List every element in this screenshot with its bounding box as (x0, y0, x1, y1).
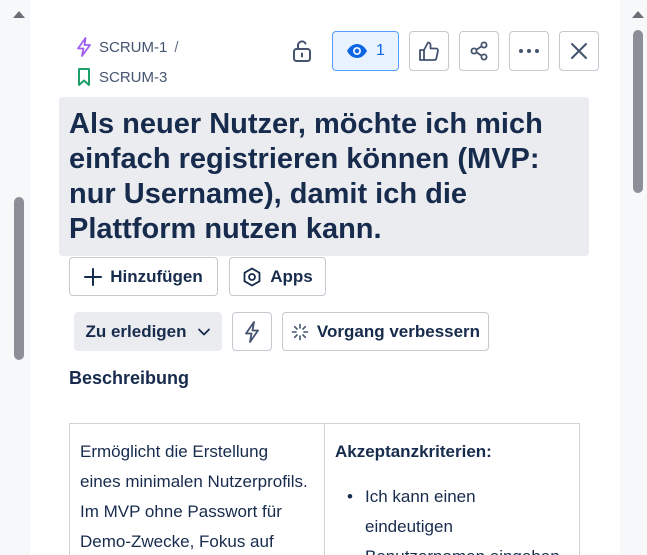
automation-button[interactable] (232, 312, 272, 351)
share-icon (470, 41, 488, 61)
breadcrumb-current[interactable]: SCRUM-3 (76, 67, 167, 87)
acceptance-criteria-list: Ich kann einen eindeutigen Benutzernamen… (347, 482, 579, 555)
lightning-icon (245, 320, 259, 343)
description-table[interactable]: Ermöglicht die Erstellung eines minimale… (69, 423, 580, 555)
watch-button[interactable]: 1 (332, 31, 399, 71)
like-button[interactable] (409, 31, 449, 71)
add-button-label: Hinzufügen (110, 266, 203, 286)
close-button[interactable] (559, 31, 599, 71)
description-heading: Beschreibung (69, 368, 190, 388)
description-text-cell[interactable]: Ermöglicht die Erstellung eines minimale… (70, 424, 325, 555)
description-line: Im MVP ohne Passwort für (80, 502, 282, 521)
close-icon (571, 43, 587, 59)
apps-button[interactable]: Apps (229, 257, 326, 296)
status-dropdown[interactable]: Zu erledigen (74, 312, 222, 351)
acceptance-criteria-title: Akzeptanzkriterien: (335, 442, 492, 461)
epic-lightning-icon (77, 37, 91, 57)
improve-issue-label: Vorgang verbessern (316, 321, 481, 341)
apps-button-label: Apps (270, 266, 313, 286)
breadcrumb-parent[interactable]: SCRUM-1 / (76, 37, 179, 57)
plus-icon (84, 267, 103, 286)
acceptance-criteria-cell[interactable]: Akzeptanzkriterien: Ich kann einen einde… (325, 424, 579, 555)
sparkle-loader-icon (291, 323, 309, 340)
breadcrumb-current-key[interactable]: SCRUM-3 (99, 69, 167, 86)
apps-hexagon-icon (243, 267, 261, 286)
description-line: Ermöglicht die Erstellung (80, 442, 269, 461)
unlock-icon (293, 40, 311, 62)
description-line: eines minimalen Nutzerprofils. (80, 472, 308, 491)
description-line: Demo-Zwecke, Fokus auf (80, 532, 274, 551)
more-actions-button[interactable] (509, 31, 549, 71)
add-button[interactable]: Hinzufügen (69, 257, 218, 296)
watcher-count: 1 (376, 42, 385, 59)
chevron-down-icon (197, 328, 210, 335)
criteria-line: Benutzernamen eingeben (365, 542, 579, 555)
right-scroll-area (620, 0, 647, 555)
eye-icon (347, 44, 368, 58)
restrictions-button[interactable] (284, 31, 320, 71)
issue-title[interactable]: Als neuer Nutzer, möchte ich mich einfac… (69, 107, 589, 247)
breadcrumb-separator: / (174, 38, 179, 56)
scroll-up-arrow-icon[interactable] (13, 11, 25, 18)
scrollbar-thumb[interactable] (14, 197, 24, 360)
criteria-line: eindeutigen (365, 517, 453, 536)
story-bookmark-icon (78, 68, 90, 86)
more-icon (519, 49, 539, 53)
left-scroll-area (0, 0, 30, 555)
scrollbar-thumb[interactable] (633, 30, 643, 193)
thumbs-up-icon (419, 41, 439, 61)
breadcrumb-parent-key[interactable]: SCRUM-1 (99, 39, 167, 56)
improve-issue-button[interactable]: Vorgang verbessern (282, 312, 489, 351)
issue-title-field[interactable]: Als neuer Nutzer, möchte ich mich einfac… (59, 97, 589, 256)
status-label: Zu erledigen (85, 321, 187, 341)
share-button[interactable] (459, 31, 499, 71)
scroll-up-arrow-icon[interactable] (632, 11, 644, 18)
list-item: Ich kann einen eindeutigen Benutzernamen… (347, 482, 579, 555)
criteria-line: Ich kann einen (365, 487, 476, 506)
